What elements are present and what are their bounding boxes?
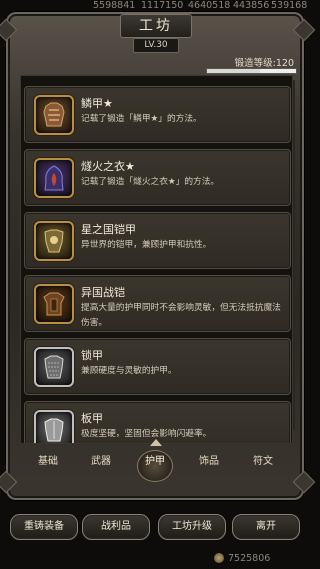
recast-equipment-button[interactable]: 重铸装备 <box>10 514 78 540</box>
list-scrollbar[interactable] <box>293 80 295 430</box>
tab-runes[interactable]: 符文 <box>239 452 287 467</box>
tab-weapons[interactable]: 武器 <box>77 452 125 467</box>
resource-value: 539168 <box>271 0 308 11</box>
frame-ornament <box>0 470 18 494</box>
item-name: 异国战铠 <box>81 286 125 299</box>
resource-value: 4640518 <box>188 0 231 11</box>
item-desc: 兼顾硬度与灵敏的护甲。 <box>81 366 177 376</box>
forge-level-label: 锻造等级:120 <box>234 58 294 69</box>
item-name: 板甲 <box>81 412 103 425</box>
item-desc: 记载了锻造「鳞甲★」的方法。 <box>81 114 202 124</box>
flame-robe-recipe-icon <box>34 158 74 198</box>
forge-progress-fill <box>207 69 261 73</box>
tab-armor[interactable]: 护甲 <box>131 452 179 467</box>
star-armor-icon <box>34 221 74 261</box>
tab-basic[interactable]: 基础 <box>24 452 72 467</box>
tab-accessories[interactable]: 饰品 <box>185 452 233 467</box>
item-desc: 记载了锻造「燧火之衣★」的方法。 <box>81 177 220 187</box>
plate-armor-icon <box>34 410 74 443</box>
workshop-level: LV.30 <box>133 38 179 53</box>
gold-coin-icon <box>214 553 224 563</box>
scale-armor-recipe-icon <box>34 95 74 135</box>
item-desc: 异世界的铠甲，兼顾护甲和抗性。 <box>81 240 212 250</box>
list-item[interactable]: 星之国铠甲 异世界的铠甲，兼顾护甲和抗性。 <box>24 212 291 269</box>
workshop-upgrade-button[interactable]: 工坊升级 <box>158 514 226 540</box>
category-tabs: 基础 武器 护甲 饰品 符文 <box>16 446 294 480</box>
list-item[interactable]: 鳞甲★ 记载了锻造「鳞甲★」的方法。 <box>24 86 291 143</box>
item-name: 燧火之衣★ <box>81 160 135 173</box>
leave-button[interactable]: 离开 <box>232 514 300 540</box>
chainmail-icon <box>34 347 74 387</box>
frame-ornament <box>292 470 316 494</box>
recipe-list[interactable]: 鳞甲★ 记载了锻造「鳞甲★」的方法。 燧火之衣★ 记载了锻造「燧火之衣★」的方法… <box>20 75 293 444</box>
frame-ornament <box>292 18 316 42</box>
list-item[interactable]: 燧火之衣★ 记载了锻造「燧火之衣★」的方法。 <box>24 149 291 206</box>
list-item[interactable]: 板甲 极度坚硬，坚固但会影响闪避率。 <box>24 401 291 443</box>
forge-progress-bar <box>206 68 297 74</box>
list-item[interactable]: 异国战铠 提高大量的护甲同时不会影响灵敏，但无法抵抗魔法伤害。 <box>24 275 291 332</box>
page-title: 工坊 <box>120 14 192 38</box>
list-item[interactable]: 锁甲 兼顾硬度与灵敏的护甲。 <box>24 338 291 395</box>
gold-amount: 7525806 <box>228 553 271 564</box>
resource-value: 443856 <box>233 0 270 11</box>
foreign-war-armor-icon <box>34 284 74 324</box>
item-name: 鳞甲★ <box>81 97 113 110</box>
resource-value: 1117150 <box>141 0 184 11</box>
item-name: 锁甲 <box>81 349 103 362</box>
resource-value: 5598841 <box>93 0 136 11</box>
item-name: 星之国铠甲 <box>81 223 136 236</box>
item-desc: 提高大量的护甲同时不会影响灵敏，但无法抵抗魔法伤害。 <box>81 303 281 328</box>
active-tab-indicator-icon <box>150 439 162 446</box>
frame-ornament <box>0 18 18 42</box>
loot-button[interactable]: 战利品 <box>82 514 150 540</box>
item-desc: 极度坚硬，坚固但会影响闪避率。 <box>81 429 212 439</box>
